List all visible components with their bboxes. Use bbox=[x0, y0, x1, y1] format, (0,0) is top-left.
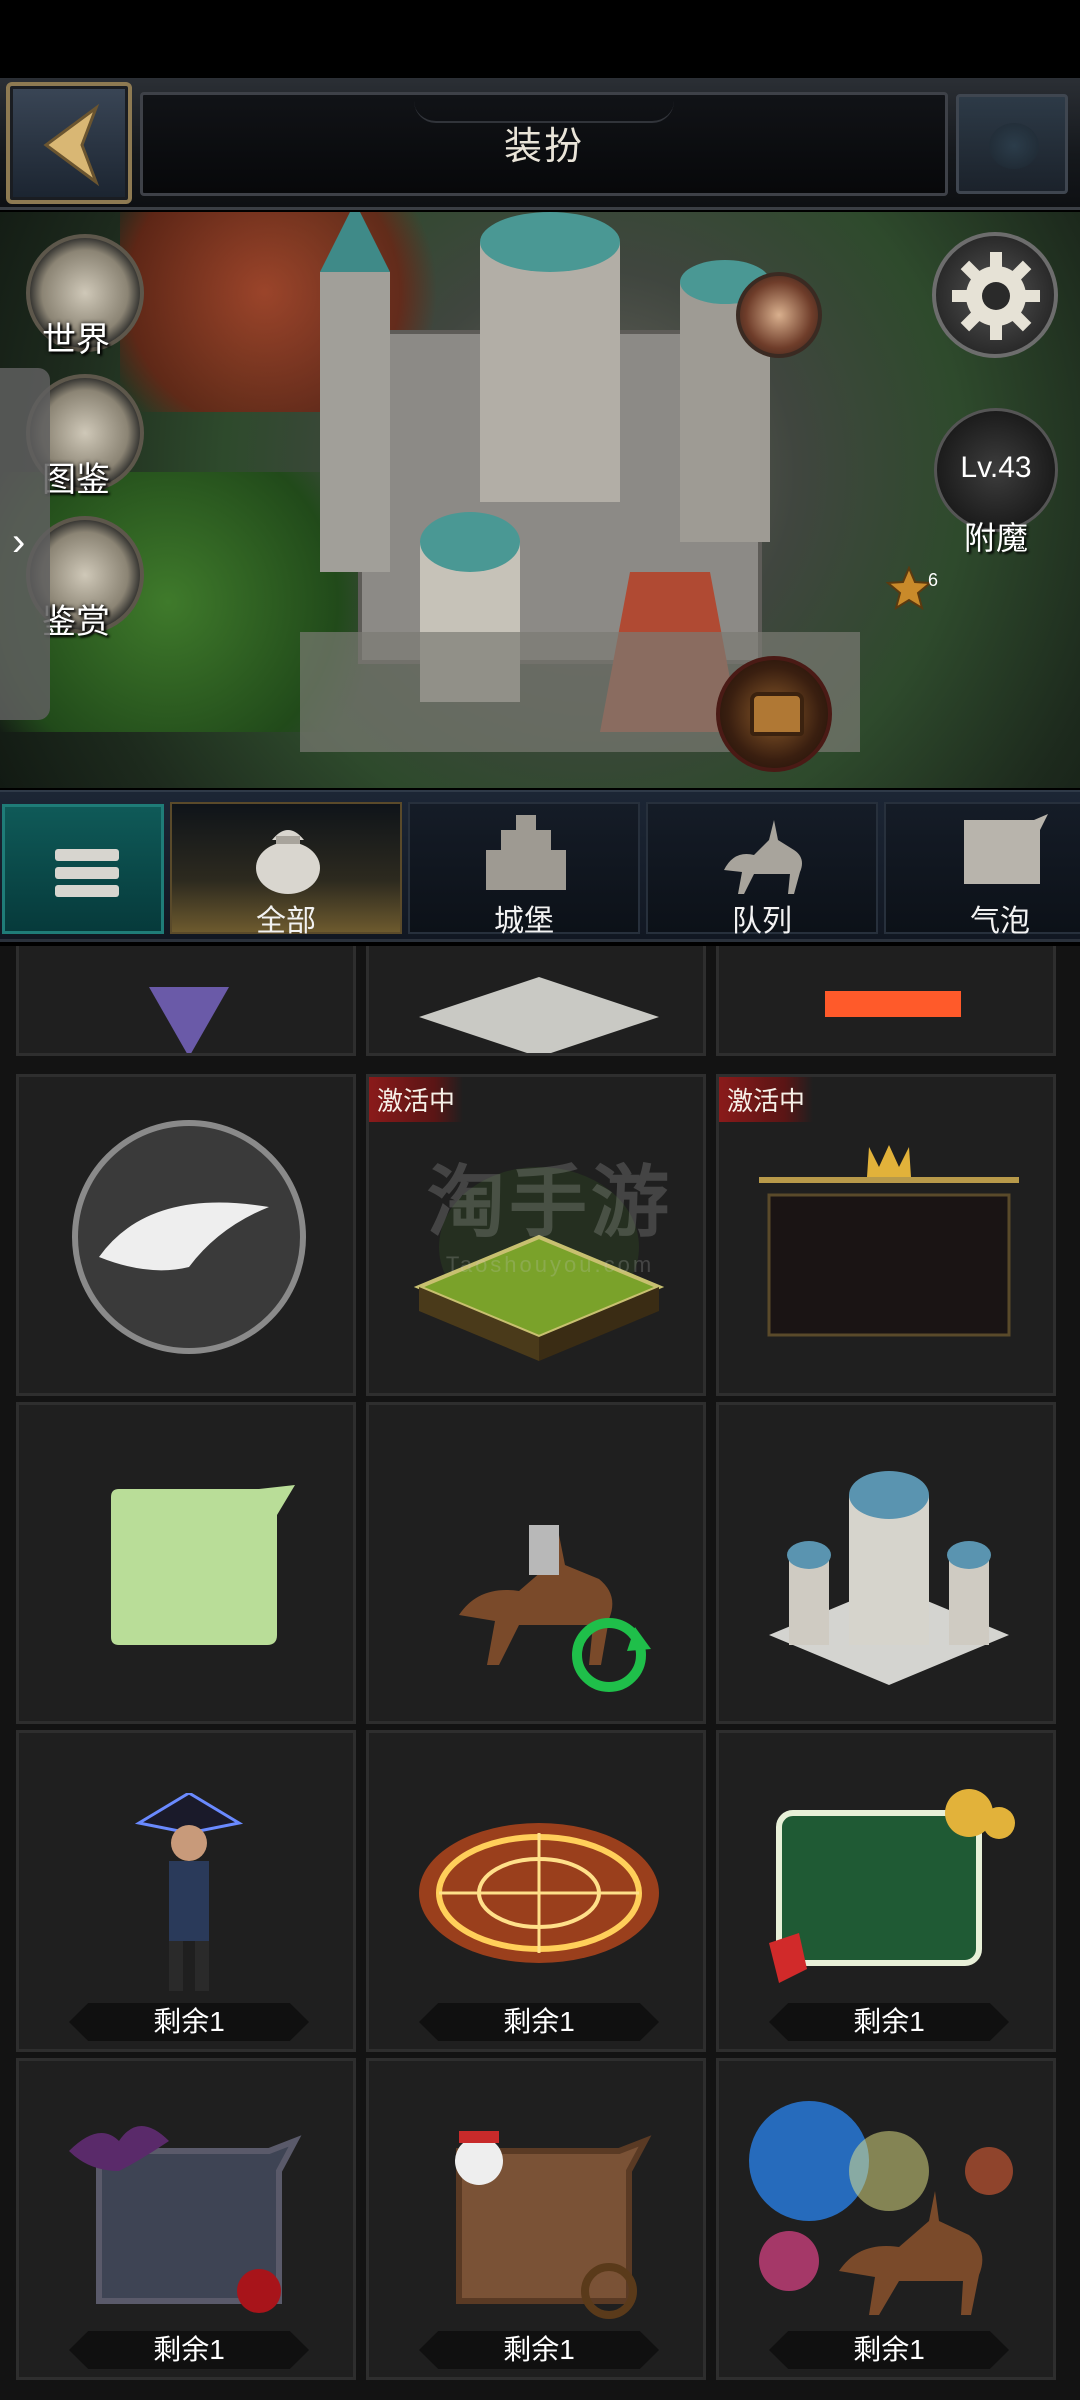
grid-item[interactable] bbox=[16, 1074, 356, 1396]
side-drawer-toggle[interactable]: › bbox=[0, 368, 50, 720]
world-button[interactable]: 世界 bbox=[22, 234, 148, 359]
tab-bubble[interactable]: 气泡 bbox=[884, 802, 1080, 938]
hero-avatar[interactable] bbox=[736, 272, 822, 358]
level-text: Lv.43 bbox=[960, 451, 1032, 484]
remaining-count: 剩余1 bbox=[419, 2003, 659, 2041]
grid-item[interactable] bbox=[716, 1402, 1056, 1724]
enchant-label: 附魔 bbox=[963, 520, 1028, 556]
gear-icon bbox=[952, 252, 1040, 340]
header-emblem-button[interactable] bbox=[956, 94, 1068, 194]
tab-all[interactable]: 全部 bbox=[170, 802, 402, 938]
grid-item[interactable]: 剩余1 bbox=[716, 2058, 1056, 2380]
green-bubble-icon bbox=[111, 1485, 295, 1645]
remaining-count: 剩余1 bbox=[769, 2331, 1009, 2369]
grid-item[interactable] bbox=[366, 1402, 706, 1724]
grid-item[interactable]: 剩余1 bbox=[716, 1730, 1056, 2052]
active-badge: 激活中 bbox=[369, 1077, 464, 1122]
bubble-cavalry-icon bbox=[749, 2101, 1013, 2315]
pirate-hero-icon bbox=[134, 1793, 244, 1991]
page-title: 装扮 bbox=[503, 126, 584, 168]
pirate-frame-icon bbox=[455, 2131, 652, 2319]
remaining-count: 剩余1 bbox=[69, 2003, 309, 2041]
castle-icon bbox=[486, 815, 566, 890]
wings-icon bbox=[72, 1120, 306, 1354]
cavalry-troop-icon bbox=[459, 1525, 651, 1692]
grid-item[interactable]: 激活中 bbox=[716, 1074, 1056, 1396]
menu-button[interactable] bbox=[2, 804, 164, 934]
bat-frame-icon bbox=[69, 2126, 302, 2313]
remaining-count: 剩余1 bbox=[69, 2331, 309, 2369]
castle-scene: 世界 图鉴 鉴赏 Lv.43 附魔 6 › bbox=[0, 212, 1080, 788]
active-badge: 激活中 bbox=[719, 1077, 814, 1122]
grid-item[interactable]: 剩余1 bbox=[16, 2058, 356, 2380]
chest-icon bbox=[750, 692, 804, 736]
title-plate: 装扮 bbox=[140, 92, 948, 196]
crown-frame-icon bbox=[759, 1145, 1019, 1337]
star-marker[interactable]: 6 bbox=[885, 565, 940, 611]
settings-button[interactable] bbox=[932, 232, 1058, 358]
top-bar: 装扮 bbox=[0, 78, 1080, 210]
chevron-right-icon: › bbox=[12, 520, 26, 564]
tab-troops[interactable]: 队列 bbox=[646, 802, 878, 938]
grid-item[interactable] bbox=[366, 946, 706, 1056]
watermark: 淘手游 Taoshouyou.com bbox=[426, 1158, 673, 1277]
emblem-icon bbox=[989, 123, 1039, 169]
cavalry-icon bbox=[724, 820, 802, 894]
fire-circle-icon bbox=[419, 1823, 659, 1963]
sack-icon bbox=[256, 830, 320, 894]
grid-item[interactable] bbox=[716, 946, 1056, 1056]
grid-item[interactable] bbox=[16, 946, 356, 1056]
grid-item[interactable]: 剩余1 bbox=[16, 1730, 356, 2052]
grid-item[interactable] bbox=[16, 1402, 356, 1724]
chat-bubble-icon bbox=[964, 814, 1048, 884]
tab-castle[interactable]: 城堡 bbox=[408, 802, 640, 938]
remaining-count: 剩余1 bbox=[419, 2331, 659, 2369]
treasure-chest-button[interactable] bbox=[716, 656, 832, 772]
category-tabs: 全部 城堡 队列 气泡 bbox=[0, 790, 1080, 942]
grid-item[interactable]: 剩余1 bbox=[366, 1730, 706, 2052]
star-icon bbox=[885, 565, 933, 611]
back-arrow-icon bbox=[43, 103, 100, 187]
grid-item[interactable]: 剩余1 bbox=[366, 2058, 706, 2380]
status-bar bbox=[0, 0, 1080, 78]
christmas-frame-icon bbox=[769, 1789, 1015, 1983]
back-button[interactable] bbox=[6, 82, 132, 204]
enchant-button[interactable]: Lv.43 附魔 bbox=[934, 408, 1058, 556]
castle-skin-icon bbox=[769, 1471, 1009, 1685]
remaining-count: 剩余1 bbox=[769, 2003, 1009, 2041]
